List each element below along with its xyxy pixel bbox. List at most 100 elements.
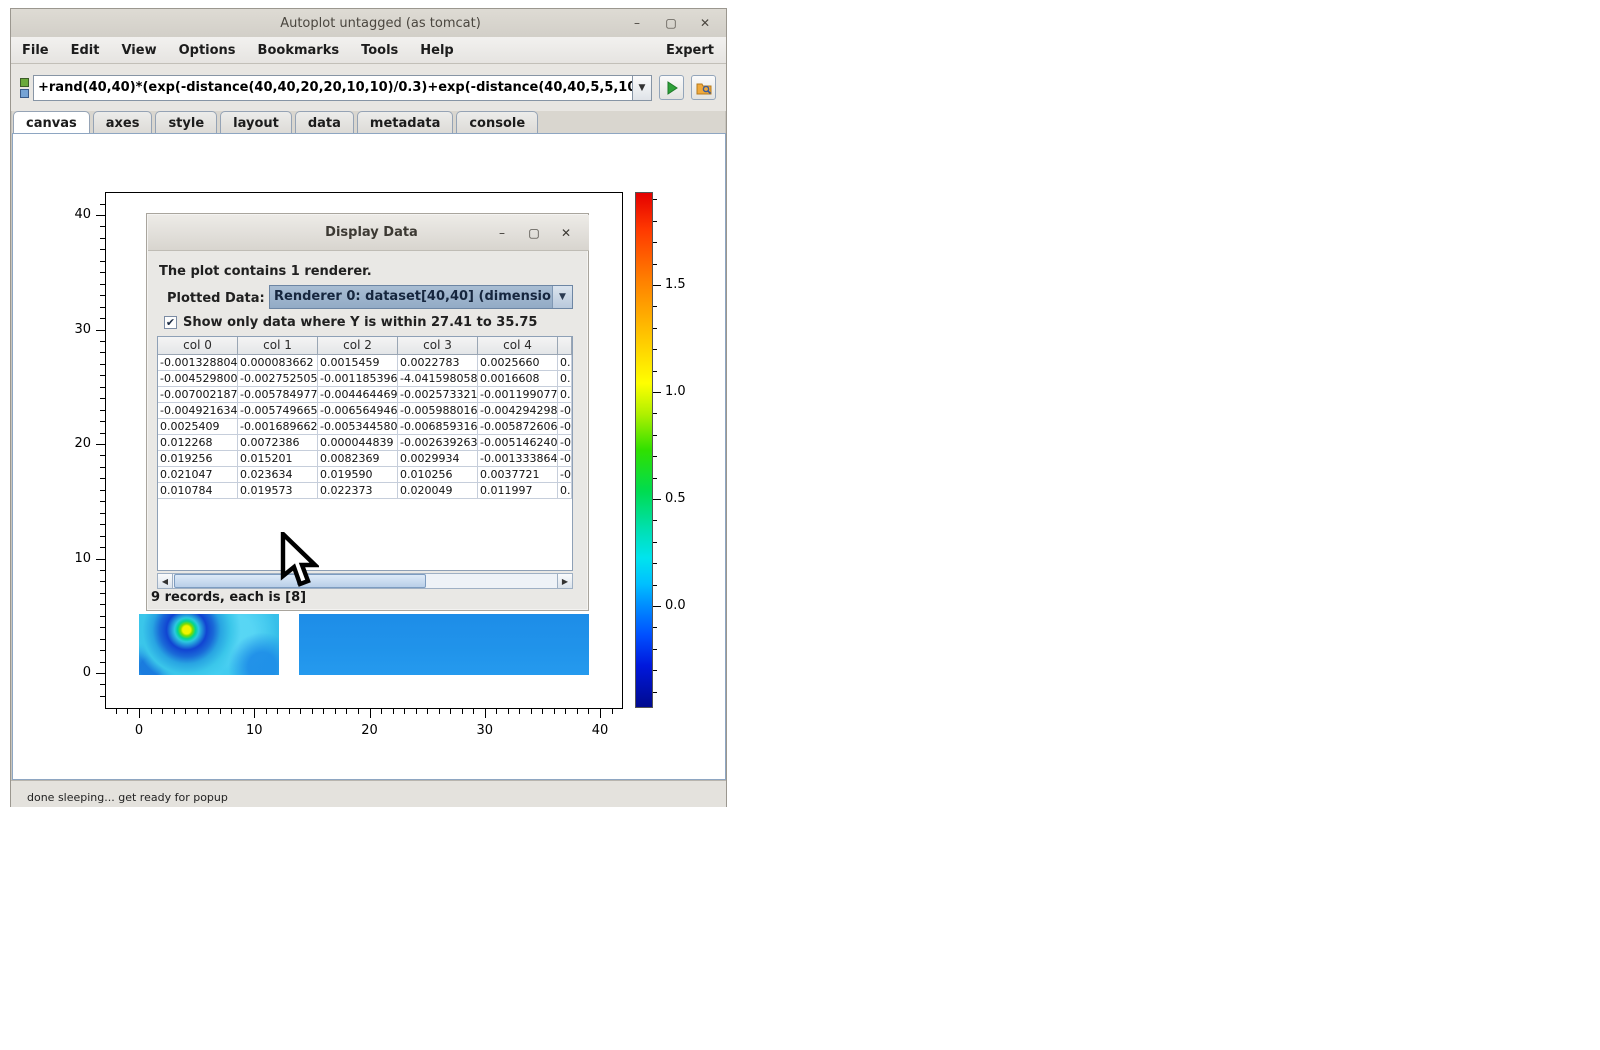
tab-layout[interactable]: layout <box>220 111 292 133</box>
table-column-header[interactable]: col 3 <box>398 337 478 355</box>
uri-address-input[interactable]: +rand(40,40)*(exp(-distance(40,40,20,20,… <box>33 75 633 101</box>
menu-item-tools[interactable]: Tools <box>350 37 409 63</box>
colorbar-minor-tick <box>653 478 657 479</box>
table-row[interactable]: -0.004921634...-0.005749665...-0.0065649… <box>158 403 572 419</box>
x-minor-tick <box>266 709 267 714</box>
table-cell: 0.022373 <box>318 483 398 499</box>
x-minor-tick <box>508 709 509 714</box>
menu-item-edit[interactable]: Edit <box>60 37 111 63</box>
table-column-header[interactable]: col 4 <box>478 337 558 355</box>
heatmap-strip-right[interactable] <box>299 614 589 675</box>
app-window: Autoplot untagged (as tomcat) – ▢ ✕ File… <box>10 8 727 807</box>
table-column-header[interactable]: col 1 <box>238 337 318 355</box>
y-minor-tick <box>100 547 105 548</box>
colorbar[interactable] <box>635 192 653 708</box>
x-minor-tick <box>300 709 301 714</box>
table-cell: 0.010784 <box>158 483 238 499</box>
colorbar-minor-tick <box>653 242 657 243</box>
address-dropdown-button[interactable]: ▼ <box>633 75 652 101</box>
y-minor-tick <box>100 524 105 525</box>
table-cell: -4.041598058... <box>398 371 478 387</box>
y-minor-tick <box>100 593 105 594</box>
colorbar-minor-tick <box>653 435 657 436</box>
heatmap-strip-left[interactable] <box>139 614 279 675</box>
tab-style[interactable]: style <box>155 111 217 133</box>
colorbar-major-tick <box>653 285 661 286</box>
y-filter-row: ✔ Show only data where Y is within 27.41… <box>164 315 537 330</box>
x-minor-tick <box>162 709 163 714</box>
maximize-icon[interactable]: ▢ <box>664 16 678 30</box>
menu-item-file[interactable]: File <box>11 37 60 63</box>
table-cell: -0.002752505... <box>238 371 318 387</box>
tab-metadata[interactable]: metadata <box>357 111 453 133</box>
table-cell: 0.00 <box>558 371 572 387</box>
scroll-right-button[interactable]: ▶ <box>557 574 572 588</box>
table-cell: 0.000083662 <box>238 355 318 371</box>
table-cell: -0.005784977... <box>238 387 318 403</box>
y-minor-tick <box>100 478 105 479</box>
table-cell: -0.005872606... <box>478 419 558 435</box>
table-header-row: col 0col 1col 2col 3col 4 <box>158 337 572 355</box>
y-minor-tick <box>100 581 105 582</box>
colorbar-minor-tick <box>653 692 657 693</box>
menu-item-expert[interactable]: Expert <box>666 43 726 58</box>
table-cell: 0.015201 <box>238 451 318 467</box>
tab-console[interactable]: console <box>456 111 538 133</box>
plot-canvas[interactable]: 0102030400102030400.00.51.01.5 Display D… <box>12 133 726 780</box>
tab-canvas[interactable]: canvas <box>13 111 90 133</box>
tab-data[interactable]: data <box>295 111 354 133</box>
colorbar-tick-label: 0.5 <box>665 491 686 506</box>
horizontal-scrollbar[interactable]: ◀ ▶ <box>157 573 573 589</box>
colorbar-major-tick <box>653 499 661 500</box>
x-minor-tick <box>462 709 463 714</box>
table-row[interactable]: 0.0025409-0.001689662...-0.005344580...-… <box>158 419 572 435</box>
dialog-minimize-icon[interactable]: – <box>495 226 509 240</box>
chevron-down-icon: ▼ <box>639 83 646 93</box>
scroll-left-button[interactable]: ◀ <box>158 574 173 588</box>
data-table[interactable]: col 0col 1col 2col 3col 4 -0.001328804..… <box>157 336 573 571</box>
dialog-title-bar[interactable]: Display Data – ▢ ✕ <box>148 215 589 251</box>
inspect-uri-button[interactable] <box>691 75 716 100</box>
menu-bar: FileEditViewOptionsBookmarksToolsHelp Exp… <box>11 37 726 64</box>
menu-item-help[interactable]: Help <box>409 37 464 63</box>
table-row[interactable]: -0.007002187...-0.005784977...-0.0044644… <box>158 387 572 403</box>
table-cell: -0.004529800... <box>158 371 238 387</box>
table-row[interactable]: 0.0210470.0236340.0195900.0102560.003772… <box>158 467 572 483</box>
window-title: Autoplot untagged (as tomcat) <box>131 16 630 31</box>
menu-item-bookmarks[interactable]: Bookmarks <box>247 37 351 63</box>
title-bar[interactable]: Autoplot untagged (as tomcat) – ▢ ✕ <box>11 9 726 37</box>
table-row[interactable]: -0.001328804...0.0000836620.00154590.002… <box>158 355 572 371</box>
go-play-button[interactable] <box>659 75 684 100</box>
x-minor-tick <box>439 709 440 714</box>
minimize-icon[interactable]: – <box>630 16 644 30</box>
x-minor-tick <box>404 709 405 714</box>
table-row[interactable]: 0.0122680.00723860.000044839-0.002639263… <box>158 435 572 451</box>
y-minor-tick <box>100 261 105 262</box>
menu-item-options[interactable]: Options <box>168 37 247 63</box>
table-column-header[interactable]: col 2 <box>318 337 398 355</box>
x-minor-tick <box>542 709 543 714</box>
table-row[interactable]: 0.0192560.0152010.00823690.0029934-0.001… <box>158 451 572 467</box>
dialog-maximize-icon[interactable]: ▢ <box>527 226 541 240</box>
colorbar-minor-tick <box>653 349 657 350</box>
colorbar-minor-tick <box>653 585 657 586</box>
menu-item-view[interactable]: View <box>110 37 167 63</box>
tab-axes[interactable]: axes <box>93 111 153 133</box>
table-cell: 0.0025409 <box>158 419 238 435</box>
colorbar-tick-label: 0.0 <box>665 598 686 613</box>
y-minor-tick <box>100 284 105 285</box>
dialog-close-icon[interactable]: ✕ <box>559 226 573 240</box>
colorbar-minor-tick <box>653 199 657 200</box>
y-filter-checkbox[interactable]: ✔ <box>164 316 177 329</box>
table-column-header[interactable] <box>558 337 572 355</box>
colorbar-minor-tick <box>653 413 657 414</box>
select-arrow-button[interactable]: ▼ <box>552 286 572 308</box>
close-icon[interactable]: ✕ <box>698 16 712 30</box>
table-cell: -0.007002187... <box>158 387 238 403</box>
plotted-data-select[interactable]: Renderer 0: dataset[40,40] (dimension...… <box>269 285 573 309</box>
table-row[interactable]: 0.0107840.0195730.0223730.0200490.011997… <box>158 483 572 499</box>
table-cell: 0.0082369 <box>318 451 398 467</box>
table-row[interactable]: -0.004529800...-0.002752505...-0.0011853… <box>158 371 572 387</box>
table-cell: 0.023634 <box>238 467 318 483</box>
table-column-header[interactable]: col 0 <box>158 337 238 355</box>
